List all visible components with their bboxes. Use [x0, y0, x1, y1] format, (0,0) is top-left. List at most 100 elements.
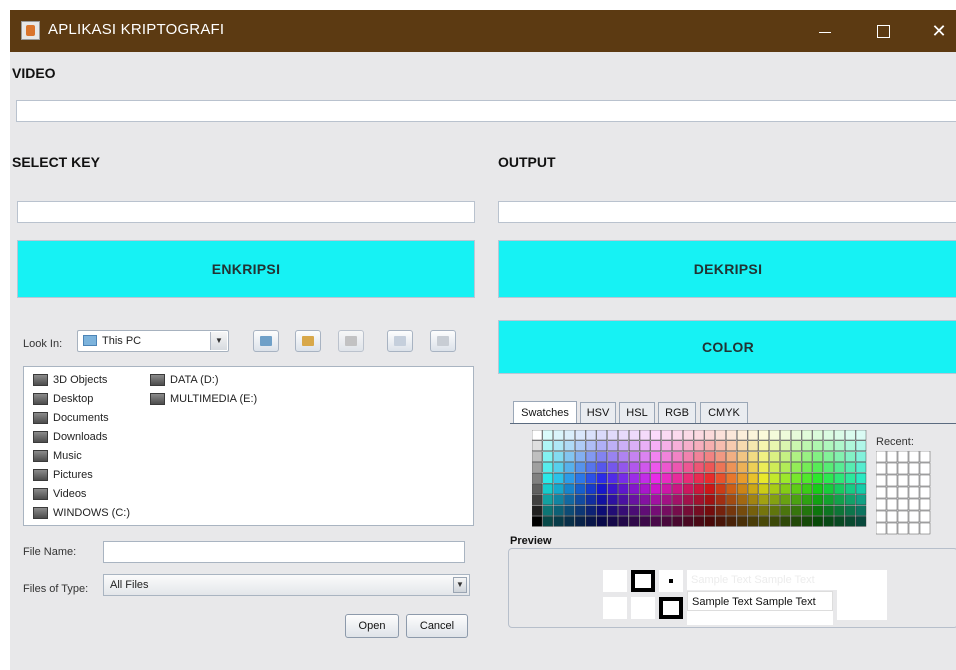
swatch-cell[interactable]	[845, 505, 856, 516]
swatch-cell[interactable]	[607, 505, 618, 516]
swatch-cell[interactable]	[823, 505, 834, 516]
swatch-cell[interactable]	[812, 440, 823, 452]
swatch-cell[interactable]	[682, 440, 694, 452]
swatch-cell[interactable]	[693, 473, 705, 484]
swatch-cell[interactable]	[845, 483, 856, 495]
swatch-cell[interactable]	[575, 462, 586, 473]
swatch-cell[interactable]	[682, 451, 694, 462]
decrypt-button[interactable]: DEKRIPSI	[498, 240, 956, 298]
swatch-cell[interactable]	[532, 451, 543, 462]
swatch-cell[interactable]	[628, 494, 640, 506]
swatch-cell[interactable]	[682, 505, 694, 516]
swatch-cell[interactable]	[812, 483, 823, 495]
recent-swatch-cell[interactable]	[897, 451, 909, 463]
swatch-cell[interactable]	[812, 451, 823, 462]
swatch-cell[interactable]	[542, 473, 554, 484]
swatch-cell[interactable]	[704, 462, 716, 473]
recent-swatch-cell[interactable]	[908, 510, 920, 523]
recent-swatch-cell[interactable]	[886, 451, 898, 463]
swatch-cell[interactable]	[812, 430, 823, 441]
swatch-cell[interactable]	[672, 494, 683, 506]
swatch-cell[interactable]	[542, 430, 554, 441]
recent-swatch-cell[interactable]	[876, 522, 887, 535]
swatch-cell[interactable]	[650, 483, 662, 495]
swatch-cell[interactable]	[618, 505, 629, 516]
swatch-cell[interactable]	[618, 451, 629, 462]
swatch-cell[interactable]	[618, 473, 629, 484]
recent-swatch-cell[interactable]	[919, 451, 931, 463]
swatch-cell[interactable]	[628, 440, 640, 452]
tab-swatches[interactable]: Swatches	[513, 401, 577, 424]
swatch-cell[interactable]	[575, 473, 586, 484]
swatch-cell[interactable]	[564, 473, 575, 484]
swatch-cell[interactable]	[769, 494, 780, 506]
up-one-level-button[interactable]	[253, 330, 279, 352]
swatch-cell[interactable]	[823, 462, 834, 473]
swatch-cell[interactable]	[855, 505, 867, 516]
tab-hsv[interactable]: HSV	[580, 402, 616, 424]
color-button[interactable]: COLOR	[498, 320, 956, 374]
recent-swatch-cell[interactable]	[919, 474, 931, 487]
swatch-cell[interactable]	[661, 430, 672, 441]
swatch-cell[interactable]	[553, 483, 564, 495]
swatch-cell[interactable]	[715, 462, 726, 473]
swatch-cell[interactable]	[791, 473, 802, 484]
swatch-cell[interactable]	[532, 516, 543, 527]
swatch-cell[interactable]	[736, 451, 748, 462]
list-item[interactable]: MULTIMEDIA (E:)	[150, 391, 257, 407]
swatch-cell[interactable]	[747, 451, 759, 462]
swatch-cell[interactable]	[801, 430, 813, 441]
swatch-cell[interactable]	[845, 462, 856, 473]
swatch-cell[interactable]	[553, 516, 564, 527]
swatch-cell[interactable]	[564, 430, 575, 441]
swatch-cell[interactable]	[661, 516, 672, 527]
swatch-cell[interactable]	[650, 451, 662, 462]
output-field[interactable]	[498, 201, 956, 223]
list-item[interactable]: Music	[33, 448, 82, 464]
swatch-cell[interactable]	[532, 473, 543, 484]
swatch-cell[interactable]	[596, 494, 608, 506]
swatch-cell[interactable]	[855, 516, 867, 527]
swatch-cell[interactable]	[812, 516, 823, 527]
home-button[interactable]	[295, 330, 321, 352]
swatch-cell[interactable]	[791, 440, 802, 452]
swatch-cell[interactable]	[823, 440, 834, 452]
swatch-cell[interactable]	[618, 483, 629, 495]
recent-swatch-cell[interactable]	[919, 522, 931, 535]
swatch-cell[interactable]	[585, 430, 597, 441]
swatch-cell[interactable]	[845, 451, 856, 462]
recent-swatch-cell[interactable]	[919, 462, 931, 475]
swatch-cell[interactable]	[834, 440, 845, 452]
swatch-cell[interactable]	[596, 440, 608, 452]
swatch-cell[interactable]	[672, 483, 683, 495]
swatch-cell[interactable]	[585, 451, 597, 462]
swatch-cell[interactable]	[726, 516, 737, 527]
swatch-cell[interactable]	[704, 440, 716, 452]
swatch-cell[interactable]	[628, 430, 640, 441]
swatch-cell[interactable]	[553, 505, 564, 516]
recent-swatch-cell[interactable]	[897, 462, 909, 475]
swatch-cell[interactable]	[628, 473, 640, 484]
swatch-cell[interactable]	[715, 494, 726, 506]
swatch-cell[interactable]	[672, 516, 683, 527]
recent-swatch-cell[interactable]	[876, 486, 887, 499]
swatch-cell[interactable]	[747, 440, 759, 452]
swatch-cell[interactable]	[780, 430, 791, 441]
swatch-cell[interactable]	[747, 494, 759, 506]
swatch-cell[interactable]	[769, 505, 780, 516]
swatch-cell[interactable]	[801, 505, 813, 516]
swatch-cell[interactable]	[791, 516, 802, 527]
swatch-cell[interactable]	[736, 483, 748, 495]
swatch-cell[interactable]	[532, 505, 543, 516]
swatch-cell[interactable]	[672, 473, 683, 484]
swatch-cell[interactable]	[564, 494, 575, 506]
swatch-cell[interactable]	[769, 462, 780, 473]
swatch-cell[interactable]	[575, 516, 586, 527]
swatch-cell[interactable]	[607, 473, 618, 484]
swatch-cell[interactable]	[693, 462, 705, 473]
recent-swatch-cell[interactable]	[897, 522, 909, 535]
swatch-cell[interactable]	[542, 494, 554, 506]
swatch-cell[interactable]	[672, 505, 683, 516]
swatch-cell[interactable]	[532, 462, 543, 473]
list-item[interactable]: DATA (D:)	[150, 372, 218, 388]
